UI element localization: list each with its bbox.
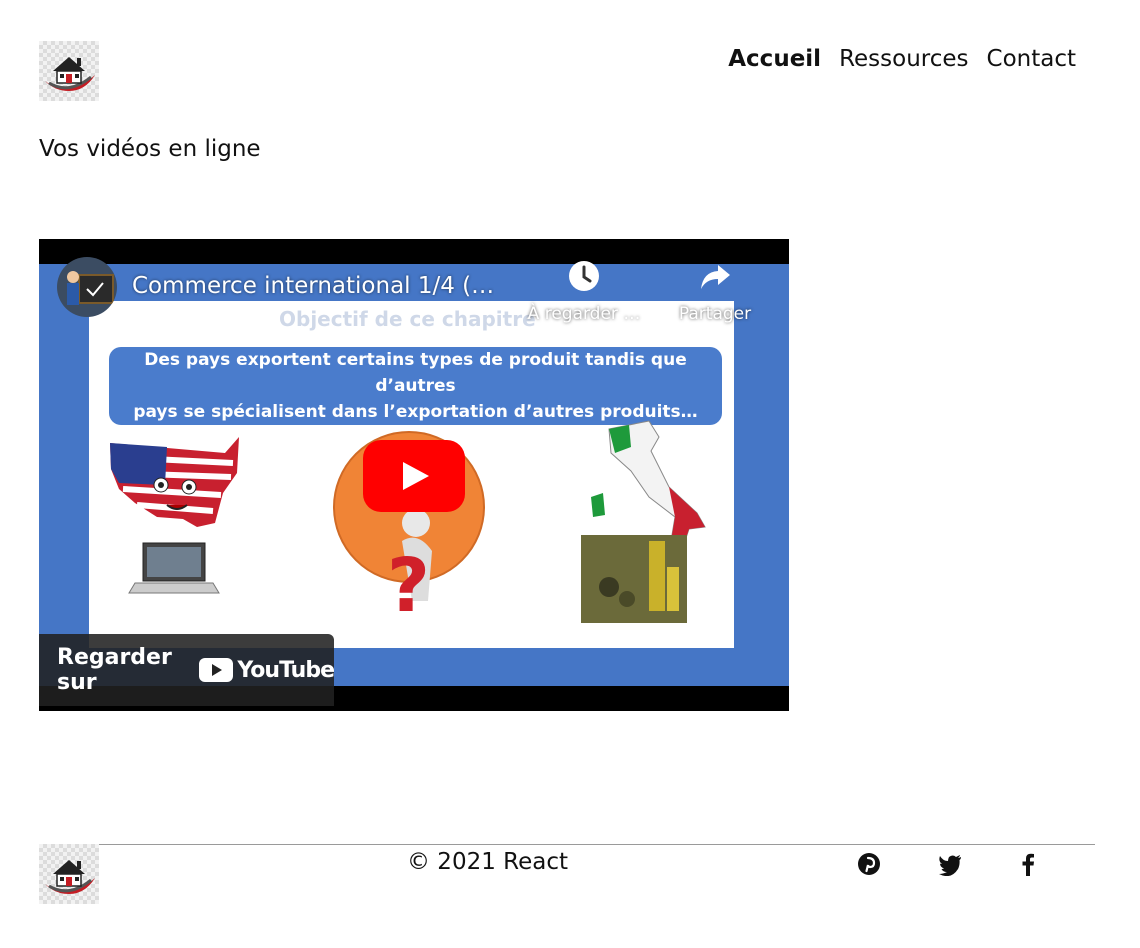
slide-text-line1: Des pays exportent certains types de pro…	[144, 350, 687, 396]
video-title[interactable]: Commerce international 1/4 (…	[132, 273, 494, 299]
channel-avatar[interactable]	[57, 257, 117, 317]
teacher-avatar-icon	[67, 271, 114, 305]
house-logo-icon	[45, 57, 95, 91]
watch-on-youtube-button[interactable]: Regarder sur YouTube	[39, 634, 335, 706]
nav-link-accueil[interactable]: Accueil	[728, 46, 821, 72]
slide-heading: Objectif de ce chapitre	[279, 307, 536, 331]
slide-banner: Des pays exportent certains types de pro…	[109, 347, 722, 425]
youtube-play-icon	[199, 658, 234, 682]
share-button[interactable]: Partager	[665, 259, 765, 324]
page-title: Vos vidéos en ligne	[39, 136, 261, 162]
youtube-logo: YouTube	[199, 657, 335, 683]
usa-flag-map-illustration	[110, 437, 239, 594]
facebook-icon[interactable]	[1016, 852, 1040, 876]
main-nav: Accueil Ressources Contact	[728, 46, 1076, 72]
watch-later-button[interactable]: À regarder …	[524, 259, 644, 324]
footer-logo[interactable]	[39, 844, 99, 904]
twitter-icon[interactable]	[938, 852, 962, 876]
share-label: Partager	[678, 304, 752, 324]
nav-link-ressources[interactable]: Ressources	[839, 46, 968, 72]
copyright-text: © 2021 React	[407, 849, 569, 875]
site-logo[interactable]	[39, 41, 99, 101]
share-arrow-icon	[701, 265, 730, 289]
footer-divider	[99, 844, 1095, 845]
pinterest-icon[interactable]	[857, 852, 881, 876]
svg-text:?: ?	[387, 543, 430, 629]
watch-on-label: Regarder sur	[57, 645, 172, 695]
watch-later-label: À regarder …	[527, 304, 641, 324]
play-button-icon[interactable]	[363, 440, 465, 512]
clock-icon	[569, 261, 599, 291]
italy-oil-illustration	[581, 420, 706, 623]
nav-link-contact[interactable]: Contact	[987, 46, 1076, 72]
house-logo-icon	[45, 860, 95, 894]
youtube-wordmark: YouTube	[237, 657, 335, 683]
youtube-embed[interactable]: Objectif de ce chapitre Des pays exporte…	[39, 239, 789, 711]
